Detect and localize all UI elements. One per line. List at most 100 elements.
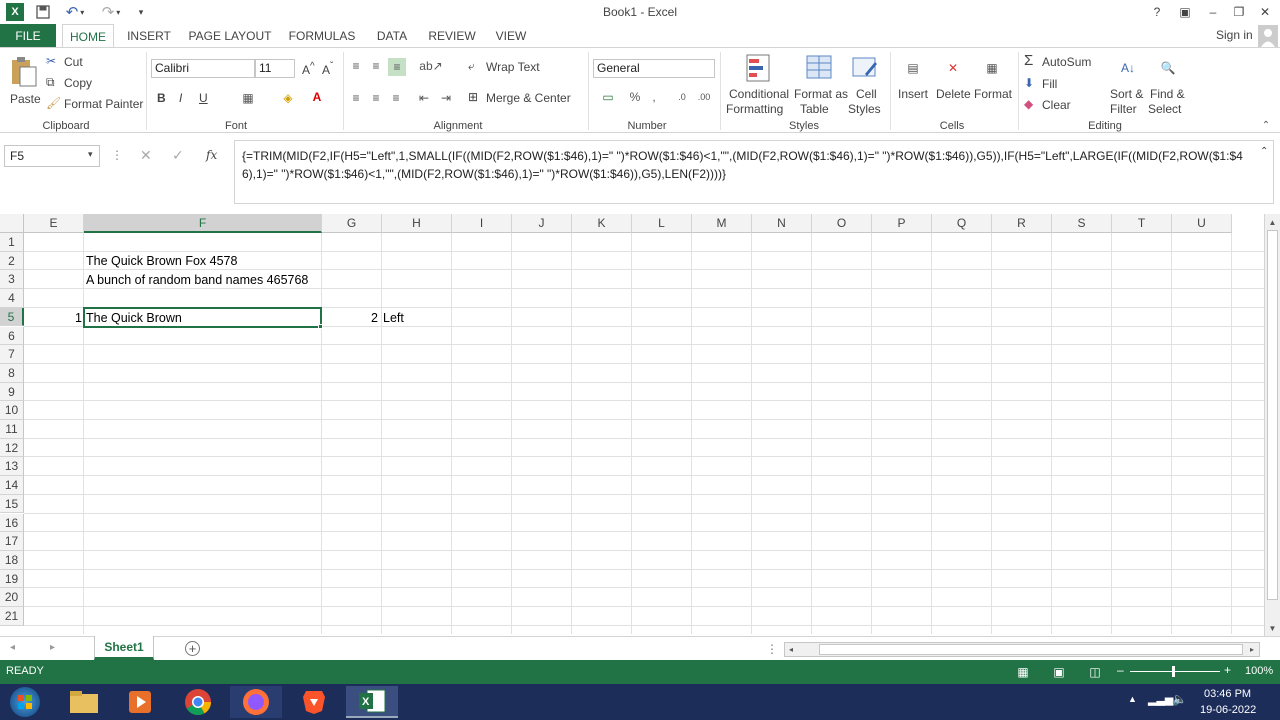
- accounting-format-icon[interactable]: ▭: [594, 88, 622, 106]
- column-header-f[interactable]: F: [84, 214, 322, 233]
- zoom-out-button[interactable]: –: [1117, 663, 1124, 677]
- excel-taskbar-icon[interactable]: X: [346, 686, 398, 718]
- ribbon-display-options-icon[interactable]: ▣: [1176, 3, 1194, 21]
- name-box-dropdown-icon[interactable]: ▾: [88, 149, 93, 160]
- row-header-19[interactable]: 19: [0, 569, 24, 589]
- column-header-t[interactable]: T: [1112, 214, 1172, 233]
- tab-splitter-icon[interactable]: ⋮: [766, 642, 778, 656]
- zoom-level[interactable]: 100%: [1245, 665, 1273, 677]
- align-right-icon[interactable]: ≡: [388, 90, 404, 106]
- column-header-i[interactable]: I: [452, 214, 512, 233]
- row-header-2[interactable]: 2: [0, 251, 24, 271]
- zoom-slider-thumb[interactable]: [1172, 666, 1175, 677]
- row-header-1[interactable]: 1: [0, 233, 24, 252]
- enter-icon[interactable]: ✓: [172, 147, 184, 164]
- cell-e5[interactable]: 1: [28, 309, 82, 327]
- delete-cells-button[interactable]: ✕ Delete: [934, 52, 974, 116]
- column-header-g[interactable]: G: [322, 214, 382, 233]
- format-cells-button[interactable]: ▦ Format: [972, 52, 1014, 116]
- row-header-7[interactable]: 7: [0, 345, 24, 364]
- scroll-thumb[interactable]: [1267, 230, 1278, 600]
- media-player-icon[interactable]: [114, 686, 166, 718]
- orientation-icon[interactable]: ab↗: [418, 58, 444, 74]
- new-sheet-button[interactable]: +: [185, 641, 200, 656]
- cancel-entry-icon[interactable]: ✕: [140, 147, 152, 164]
- increase-font-icon[interactable]: A^: [302, 61, 315, 77]
- column-header-m[interactable]: M: [692, 214, 752, 233]
- row-header-17[interactable]: 17: [0, 532, 24, 551]
- zoom-in-button[interactable]: +: [1224, 663, 1231, 677]
- row-header-6[interactable]: 6: [0, 326, 24, 346]
- number-format-select[interactable]: General: [593, 59, 715, 78]
- start-button[interactable]: [0, 686, 50, 718]
- formula-input[interactable]: {=TRIM(MID(F2,IF(H5="Left",1,SMALL(IF((M…: [234, 140, 1274, 204]
- scroll-right-icon[interactable]: ▸: [1246, 643, 1258, 656]
- row-header-11[interactable]: 11: [0, 420, 24, 439]
- row-header-3[interactable]: 3: [0, 270, 24, 290]
- scroll-left-icon[interactable]: ◂: [785, 643, 797, 656]
- close-button[interactable]: ✕: [1256, 3, 1274, 21]
- chrome-icon[interactable]: [172, 686, 224, 718]
- normal-view-icon[interactable]: ▦: [1014, 663, 1032, 681]
- sign-in-link[interactable]: Sign in: [1216, 28, 1253, 42]
- font-color-icon[interactable]: A: [305, 88, 329, 106]
- underline-button[interactable]: U: [199, 91, 208, 105]
- decrease-font-icon[interactable]: Aˇ: [322, 61, 333, 77]
- tab-review[interactable]: REVIEW: [424, 24, 480, 48]
- collapse-ribbon-icon[interactable]: ⌃: [1258, 118, 1274, 132]
- format-as-table-button[interactable]: Format as Table: [792, 52, 848, 116]
- next-sheet-icon[interactable]: ▸: [50, 642, 55, 653]
- scroll-down-icon[interactable]: ▼: [1266, 622, 1279, 634]
- insert-cells-button[interactable]: ▤ Insert: [894, 52, 934, 116]
- worksheet-grid[interactable]: EFGHIJKLMNOPQRSTU 1 2 3 4 5 6 7 8 9 10 11 12 13 14 15 1…: [0, 214, 1264, 634]
- insert-function-button[interactable]: fx: [206, 148, 217, 162]
- avatar[interactable]: [1258, 25, 1278, 47]
- column-header-r[interactable]: R: [992, 214, 1052, 233]
- decrease-decimal-icon[interactable]: .00: [694, 88, 714, 106]
- cell-f2[interactable]: The Quick Brown Fox 4578: [86, 252, 237, 270]
- clock-time[interactable]: 03:46 PM: [1204, 688, 1251, 700]
- help-button[interactable]: ?: [1148, 3, 1166, 21]
- tab-view[interactable]: VIEW: [490, 24, 532, 48]
- borders-icon[interactable]: ▦: [235, 90, 261, 106]
- tab-home[interactable]: HOME: [62, 24, 114, 49]
- comma-icon[interactable]: ,: [646, 88, 662, 106]
- page-layout-view-icon[interactable]: ▣: [1050, 663, 1068, 681]
- align-bottom-icon[interactable]: ≡: [388, 58, 406, 76]
- column-header-u[interactable]: U: [1172, 214, 1232, 233]
- column-header-s[interactable]: S: [1052, 214, 1112, 233]
- row-header-13[interactable]: 13: [0, 457, 24, 477]
- brave-icon[interactable]: [288, 686, 340, 718]
- collapse-formula-bar-icon[interactable]: ⌃: [1260, 146, 1268, 157]
- tab-file[interactable]: FILE: [0, 24, 56, 48]
- network-icon[interactable]: ▂▃▅: [1148, 693, 1173, 706]
- row-header-4[interactable]: 4: [0, 289, 24, 308]
- column-header-k[interactable]: K: [572, 214, 632, 233]
- minimize-button[interactable]: –: [1204, 3, 1222, 21]
- column-header-h[interactable]: H: [382, 214, 452, 233]
- page-break-view-icon[interactable]: ◫: [1086, 663, 1104, 681]
- font-size-select[interactable]: 11: [255, 59, 295, 78]
- cell-f3[interactable]: A bunch of random band names 465768: [86, 271, 308, 289]
- column-header-q[interactable]: Q: [932, 214, 992, 233]
- row-header-15[interactable]: 15: [0, 494, 24, 514]
- cell-g5[interactable]: 2: [322, 309, 378, 327]
- column-header-l[interactable]: L: [632, 214, 692, 233]
- row-header-10[interactable]: 10: [0, 401, 24, 420]
- tab-page-layout[interactable]: PAGE LAYOUT: [186, 24, 274, 48]
- column-header-p[interactable]: P: [872, 214, 932, 233]
- increase-indent-icon[interactable]: ⇥: [438, 90, 454, 106]
- file-explorer-icon[interactable]: [58, 686, 110, 718]
- prev-sheet-icon[interactable]: ◂: [10, 642, 15, 653]
- restore-button[interactable]: ❐: [1230, 3, 1248, 21]
- percent-icon[interactable]: %: [626, 88, 644, 106]
- fill-color-icon[interactable]: ◈: [275, 90, 301, 106]
- volume-icon[interactable]: 🔈: [1172, 692, 1187, 706]
- name-box[interactable]: F5: [4, 145, 100, 167]
- font-name-select[interactable]: Calibri: [151, 59, 255, 78]
- align-middle-icon[interactable]: ≡: [368, 58, 384, 74]
- show-hidden-icons[interactable]: ▲: [1128, 694, 1137, 704]
- paste-button[interactable]: Paste: [8, 54, 41, 112]
- select-all-corner[interactable]: [0, 214, 24, 233]
- row-header-12[interactable]: 12: [0, 438, 24, 458]
